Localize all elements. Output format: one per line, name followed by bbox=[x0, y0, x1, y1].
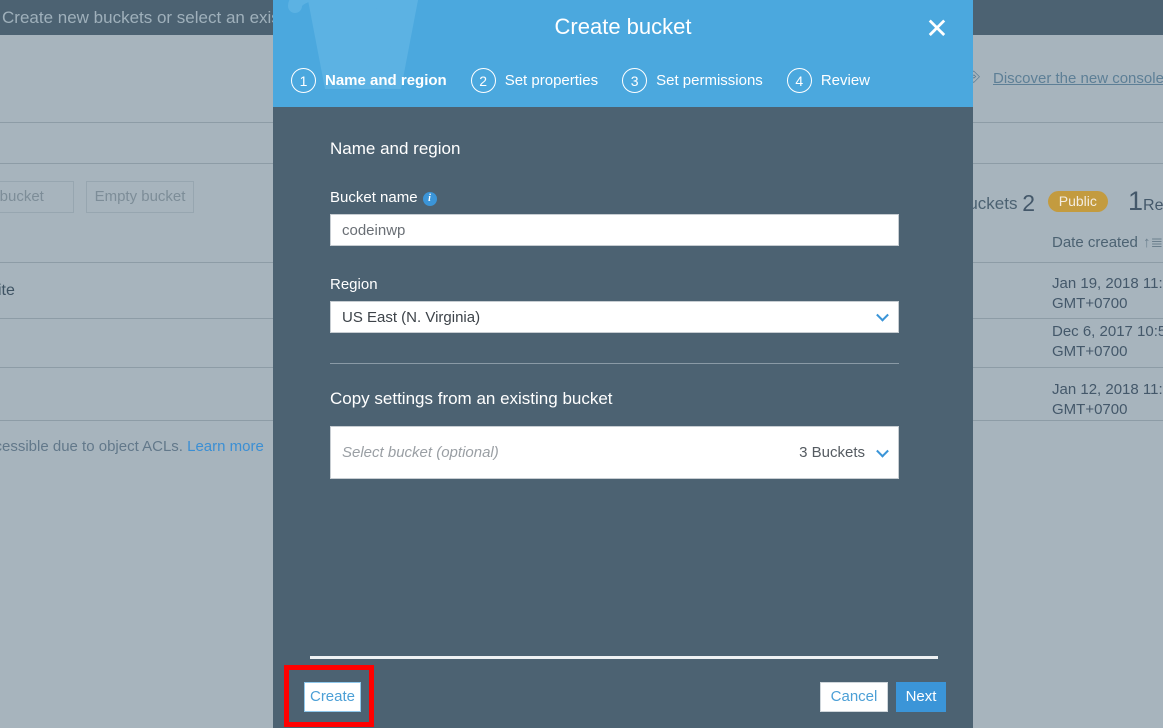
empty-bucket-button[interactable]: Empty bucket bbox=[86, 181, 194, 213]
next-button[interactable]: Next bbox=[896, 682, 946, 712]
create-bucket-dialog: Create bucket ✕ 1 Name and region 2 Set … bbox=[273, 0, 973, 728]
region-select[interactable]: US East (N. Virginia) bbox=[330, 301, 899, 333]
copy-settings-placeholder: Select bucket (optional) bbox=[342, 444, 499, 461]
step-set-properties[interactable]: 2 Set properties bbox=[471, 68, 598, 93]
discover-new-console-link[interactable]: Discover the new console bbox=[993, 70, 1163, 87]
step-review[interactable]: 4 Review bbox=[787, 68, 870, 93]
step-number: 3 bbox=[622, 68, 647, 93]
copy-settings-count: 3 Buckets bbox=[799, 444, 887, 461]
close-icon[interactable]: ✕ bbox=[919, 12, 955, 48]
cell-timezone: GMT+0700 bbox=[1052, 294, 1163, 314]
table-row: Jan 12, 2018 11:1 GMT+0700 bbox=[1052, 380, 1163, 420]
acl-note: ...cessible due to object ACLs. Learn mo… bbox=[0, 438, 264, 455]
table-row: Dec 6, 2017 10:52 GMT+0700 bbox=[1052, 322, 1163, 362]
create-button[interactable]: Create bbox=[304, 682, 361, 712]
region-label: Region bbox=[330, 276, 916, 293]
step-number: 4 bbox=[787, 68, 812, 93]
step-name-and-region[interactable]: 1 Name and region bbox=[291, 68, 447, 93]
copy-settings-title: Copy settings from an existing bucket bbox=[330, 389, 916, 409]
section-title-name-and-region: Name and region bbox=[330, 139, 916, 159]
cell-timezone: GMT+0700 bbox=[1052, 342, 1163, 362]
cell-date: Jan 19, 2018 11:1 bbox=[1052, 274, 1163, 294]
cell-timezone: GMT+0700 bbox=[1052, 400, 1163, 420]
bucket-name-label: Bucket name i bbox=[330, 189, 916, 206]
cancel-button[interactable]: Cancel bbox=[820, 682, 888, 712]
dialog-header: Create bucket ✕ 1 Name and region 2 Set … bbox=[273, 0, 973, 107]
bucket-name-input[interactable] bbox=[330, 214, 899, 246]
step-number: 1 bbox=[291, 68, 316, 93]
delete-bucket-button[interactable]: Delete bucket bbox=[0, 181, 74, 213]
divider bbox=[330, 363, 899, 364]
cell-date: Jan 12, 2018 11:1 bbox=[1052, 380, 1163, 400]
sort-ascending-icon[interactable]: ↑≣ bbox=[1143, 233, 1163, 251]
step-number: 2 bbox=[471, 68, 496, 93]
table-row: Jan 19, 2018 11:1 GMT+0700 bbox=[1052, 274, 1163, 314]
column-header-date-created[interactable]: Date created bbox=[1052, 234, 1138, 251]
public-bucket-count: 2 bbox=[1022, 190, 1035, 216]
footer-divider bbox=[310, 656, 938, 659]
bucket-site-name: site bbox=[0, 282, 15, 300]
step-label: Review bbox=[821, 72, 870, 89]
cell-date: Dec 6, 2017 10:52 bbox=[1052, 322, 1163, 342]
dialog-title: Create bucket bbox=[273, 14, 973, 40]
step-label: Set properties bbox=[505, 72, 598, 89]
status-badge: Public bbox=[1048, 191, 1108, 212]
region-count-value: 1 bbox=[1128, 186, 1143, 216]
chevron-down-icon bbox=[876, 309, 889, 322]
info-icon[interactable]: i bbox=[423, 192, 437, 206]
step-set-permissions[interactable]: 3 Set permissions bbox=[622, 68, 763, 93]
copy-settings-select[interactable]: Select bucket (optional) 3 Buckets bbox=[330, 426, 899, 479]
region-selected-value: US East (N. Virginia) bbox=[342, 309, 480, 326]
region-count-label: Regions bbox=[1143, 197, 1163, 214]
learn-more-link[interactable]: Learn more bbox=[187, 438, 264, 455]
acl-note-text: ...cessible due to object ACLs. bbox=[0, 438, 183, 455]
bucket-name-label-text: Bucket name bbox=[330, 189, 418, 206]
bucket-count-summary: Buckets 2 Public bbox=[957, 190, 1108, 217]
dialog-body: Name and region Bucket name i Region US E… bbox=[273, 139, 973, 479]
step-label: Name and region bbox=[325, 72, 447, 89]
region-count-summary: 1Regions bbox=[1128, 186, 1163, 217]
step-indicator: 1 Name and region 2 Set properties 3 Set… bbox=[291, 68, 894, 93]
step-label: Set permissions bbox=[656, 72, 763, 89]
dialog-footer: Create Cancel Next bbox=[273, 675, 973, 728]
